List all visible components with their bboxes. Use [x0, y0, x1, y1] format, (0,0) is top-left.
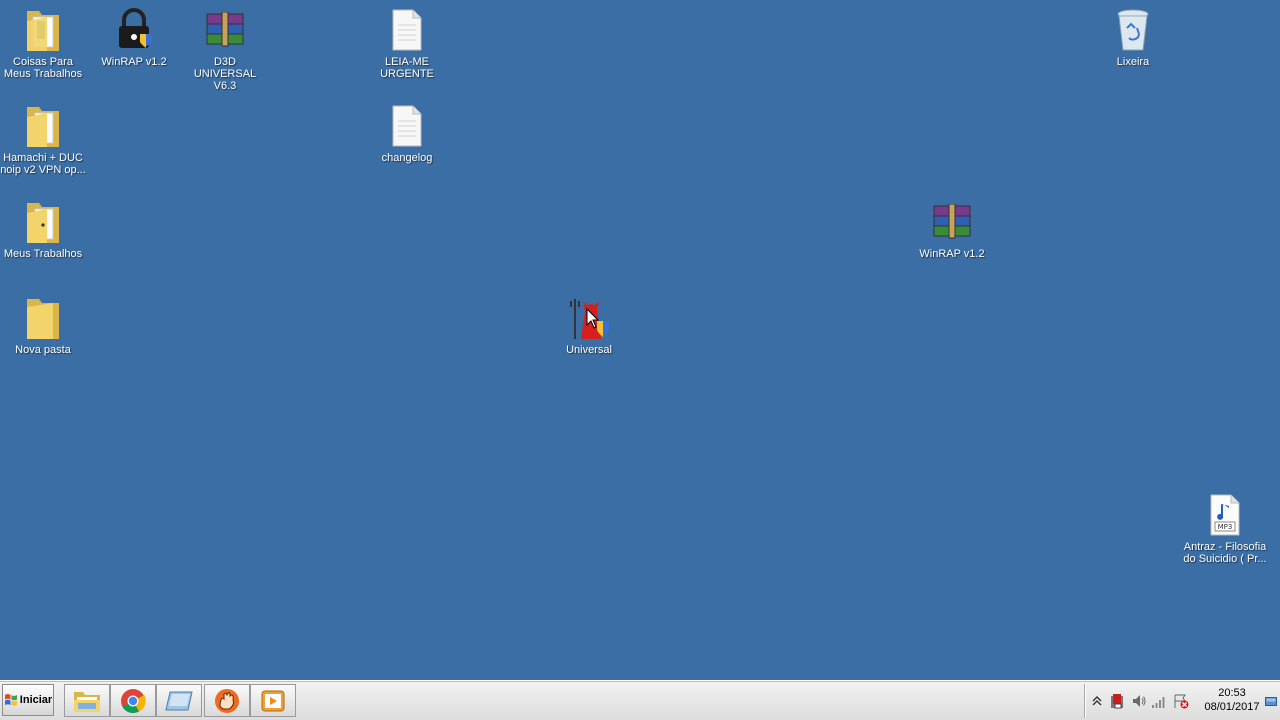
desktop-icon-d3d-universal[interactable]: D3D UNIVERSAL V6.3: [182, 6, 268, 92]
desktop-icon-label: Meus Trabalhos: [3, 248, 83, 260]
file-explorer-icon: [74, 691, 100, 712]
desktop-icon-label: Lixeira: [1116, 56, 1150, 68]
start-button[interactable]: Iniciar: [2, 684, 54, 716]
devil-shield-icon: [565, 294, 613, 342]
svg-text:MP3: MP3: [1218, 523, 1233, 531]
start-label: Iniciar: [19, 694, 53, 706]
taskbar: Iniciar 20:53 08/01/2017: [0, 680, 1280, 720]
windows-logo-icon: [4, 694, 17, 706]
desktop-icon-meus-trabalhos[interactable]: Meus Trabalhos: [0, 198, 86, 260]
system-tray: 20:53 08/01/2017: [1084, 684, 1279, 718]
show-desktop-button[interactable]: [1265, 694, 1277, 706]
mp3-file-icon: MP3: [1201, 491, 1249, 539]
desktop-icon-label: Nova pasta: [15, 344, 71, 356]
winrar-archive-icon: [928, 198, 976, 246]
error-flag-icon[interactable]: [1173, 693, 1189, 709]
desktop-icon-label: D3D UNIVERSAL V6.3: [193, 56, 257, 92]
desktop-icon-nova-pasta[interactable]: Nova pasta: [0, 294, 86, 356]
clock-time: 20:53: [1218, 687, 1246, 699]
desktop-icon-label: WinRAP v1.2: [919, 248, 985, 260]
lock-shield-icon: [110, 6, 158, 54]
desktop-icon-changelog[interactable]: changelog: [364, 102, 450, 164]
folder-icon: [19, 102, 67, 150]
folder-icon: [19, 294, 67, 342]
network-icon[interactable]: [1151, 693, 1167, 709]
desktop-icon-winrap-archive[interactable]: WinRAP v1.2: [909, 198, 995, 260]
clock-date: 08/01/2017: [1204, 701, 1260, 713]
show-desktop-icon: [1265, 697, 1277, 706]
folder-icon: [19, 198, 67, 246]
desktop-icon-label: LEIA-ME URGENTE: [380, 56, 434, 80]
desktop-icon-lixeira[interactable]: Lixeira: [1090, 6, 1176, 68]
desktop-icon-label: Antraz - Filosofia do Suicidio ( Pr...: [1183, 541, 1267, 565]
desktop: Coisas Para Meus Trabalhos WinRAP v1.2 D…: [0, 0, 1280, 680]
text-document-icon: [383, 6, 431, 54]
desktop-icon-label: changelog: [381, 152, 433, 164]
winrar-archive-icon: [201, 6, 249, 54]
clock[interactable]: 20:53 08/01/2017: [1189, 686, 1275, 714]
desktop-icon-hamachi-duc[interactable]: Hamachi + DUC noip v2 VPN op...: [0, 102, 86, 176]
antivirus-icon[interactable]: [1109, 693, 1125, 709]
volume-icon[interactable]: [1131, 693, 1147, 709]
desktop-icon-winrap-shortcut[interactable]: WinRAP v1.2: [91, 6, 177, 68]
taskbar-chrome-button[interactable]: [110, 684, 156, 717]
desktop-icon-label: Universal: [566, 344, 612, 356]
desktop-icon-label: WinRAP v1.2: [101, 56, 167, 68]
chevron-up-icon[interactable]: [1089, 693, 1105, 709]
media-player-icon: [261, 690, 285, 711]
desktop-icon-leia-me-urgente[interactable]: LEIA-ME URGENTE: [364, 6, 450, 80]
desktop-icon-universal[interactable]: Universal: [546, 294, 632, 356]
app-window-icon: [165, 691, 193, 710]
desktop-icon-antraz-mp3[interactable]: MP3 Antraz - Filosofia do Suicidio ( Pr.…: [1182, 491, 1268, 565]
recycle-bin-icon: [1109, 6, 1157, 54]
taskbar-media-player-button[interactable]: [250, 684, 296, 717]
desktop-icon-label: Hamachi + DUC noip v2 VPN op...: [0, 152, 86, 176]
text-document-icon: [383, 102, 431, 150]
taskbar-paw-app-button[interactable]: [204, 684, 250, 717]
taskbar-app-window-button[interactable]: [156, 684, 202, 717]
paw-icon: [215, 688, 239, 713]
chrome-icon: [121, 688, 146, 713]
desktop-icon-label: Coisas Para Meus Trabalhos: [3, 56, 83, 80]
folder-with-document-icon: [19, 6, 67, 54]
taskbar-file-explorer-button[interactable]: [64, 684, 110, 717]
desktop-icon-coisas-para-meus-trabalhos[interactable]: Coisas Para Meus Trabalhos: [0, 6, 86, 80]
